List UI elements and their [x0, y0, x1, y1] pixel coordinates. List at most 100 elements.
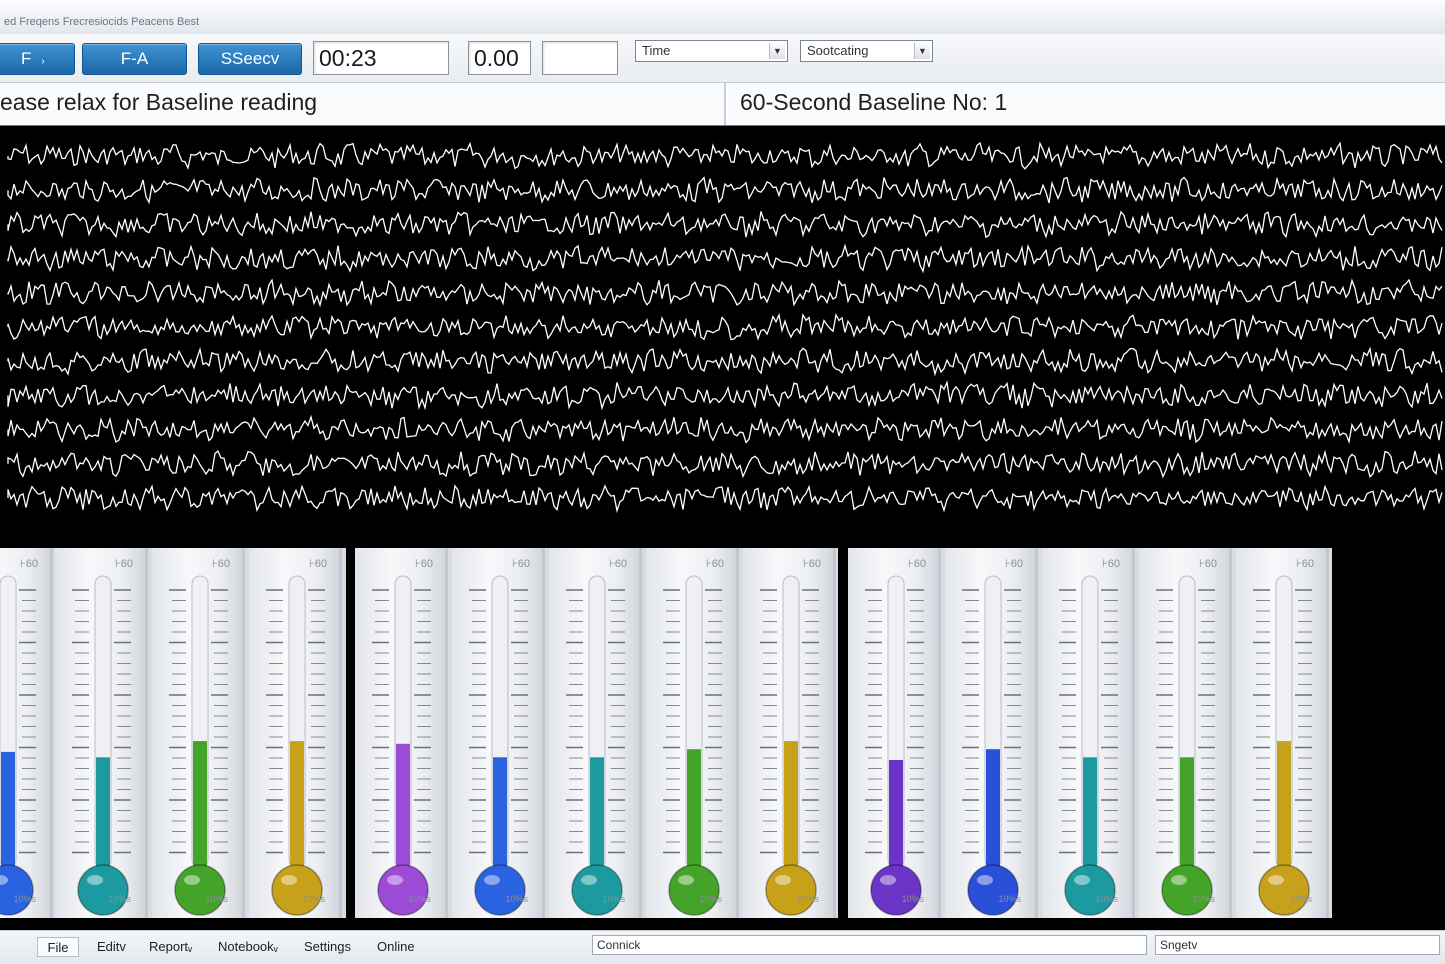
thermometer-gauge: ⊦60 10%s [743, 548, 836, 918]
eeg-channel-trace [7, 141, 1443, 170]
thermometer-gauge: ⊦60 10%s [55, 548, 148, 918]
thermometer-bulb [870, 864, 922, 916]
thermometer-bulb [1161, 864, 1213, 916]
thermometer-bulb [765, 864, 817, 916]
chevron-down-icon[interactable]: ▼ [769, 43, 785, 59]
thermometer-gauge: ⊦60 10%s [452, 548, 545, 918]
thermometer-bulb [967, 864, 1019, 916]
thermometer-unit-label: 10%s [1095, 894, 1118, 904]
thermometer-fill [986, 749, 1000, 868]
thermometer-bulb [77, 864, 129, 916]
instruction-text: ease relax for Baseline reading [0, 89, 318, 115]
thermometer-scale-label: ⊦60 [20, 558, 38, 570]
thermometer-bulb [1064, 864, 1116, 916]
thermometer-bulb [571, 864, 623, 916]
session-button-label: SSeecv [220, 49, 280, 68]
thermometer-fill [493, 757, 507, 868]
menu-notebook[interactable]: Notebookᵥ [218, 937, 278, 957]
thermometer-gauge: ⊦60 10%s [848, 548, 941, 918]
thermometer-gauge: ⊦60 10%s [355, 548, 448, 918]
thermometer-gauge: ⊦60 10%s [945, 548, 1038, 918]
thermometer-unit-label: 10%s [13, 894, 36, 904]
thermometer-scale-label: ⊦60 [1005, 558, 1023, 570]
eeg-channel-trace [7, 449, 1443, 479]
thermometer-scale-label: ⊦60 [309, 558, 327, 570]
thermometer-unit-label: 10%s [408, 894, 431, 904]
thermometer-scale-label: ⊦60 [706, 558, 724, 570]
connect-status: Connick [592, 935, 1147, 955]
menu-edit[interactable]: Editv [97, 937, 126, 957]
message-divider [724, 83, 726, 125]
scoring-select-value: Sootcating [807, 43, 869, 58]
thermometer-fill [290, 741, 304, 868]
thermometer-unit-label: 10%s [505, 894, 528, 904]
thermometer-scale-label: ⊦60 [1102, 558, 1120, 570]
menu-file[interactable]: File [37, 937, 79, 957]
thermometer-scale-label: ⊦60 [115, 558, 133, 570]
thermometer-bulb [377, 864, 429, 916]
thermometer-scale-label: ⊦60 [415, 558, 433, 570]
menu-online[interactable]: Online [377, 937, 415, 957]
thermometer-gauge: ⊦60 10%s [1139, 548, 1232, 918]
thermometer-fill [396, 743, 410, 868]
chevron-down-icon[interactable]: ▼ [914, 43, 930, 59]
thermometer-gauge: ⊦60 10%s [549, 548, 642, 918]
scoring-select[interactable]: Sootcating ▼ [800, 40, 933, 62]
thermometer-unit-label: 10%s [998, 894, 1021, 904]
thermometer-gauge: ⊦60 10%s [646, 548, 739, 918]
thermometer-scale-label: ⊦60 [512, 558, 530, 570]
thermometer-area: ⊦60 10%s ⊦60 10%s ⊦60 10%s ⊦60 10%s ⊦60 10%s ⊦60 10… [0, 526, 1445, 930]
thermometer-fill [784, 741, 798, 868]
chevron-right-icon: › [41, 56, 45, 67]
thermometer-scale-label: ⊦60 [908, 558, 926, 570]
thermometer-unit-label: 10%s [1192, 894, 1215, 904]
thermometer-fill [1, 751, 15, 868]
time-select[interactable]: Time ▼ [635, 40, 788, 62]
thermometer-bulb [668, 864, 720, 916]
thermometer-unit-label: 10%s [796, 894, 819, 904]
eeg-channel-trace [7, 278, 1443, 308]
thermometer-unit-label: 10%s [901, 894, 924, 904]
thermometer-gauge: ⊦60 10%s [0, 548, 53, 918]
eeg-channel-trace [7, 346, 1443, 377]
thermometer-gauge: ⊦60 10%s [1042, 548, 1135, 918]
message-bar: ease relax for Baseline reading 60-Secon… [0, 82, 1445, 126]
menu-report[interactable]: Reportᵥ [149, 937, 192, 957]
eeg-waveforms [7, 141, 1443, 514]
f-a-button[interactable]: F-A [82, 43, 187, 75]
f-button-label: F [21, 49, 32, 68]
menu-settings[interactable]: Settings [304, 937, 351, 957]
title-bar: ed Freqens Frecresiocids Peacens Best [0, 0, 1445, 35]
f-button[interactable]: F › [0, 43, 75, 75]
thermometer-scale-label: ⊦60 [803, 558, 821, 570]
thermometer-unit-label: 10%s [699, 894, 722, 904]
eeg-channel-trace [7, 414, 1443, 444]
blank-display [542, 41, 618, 75]
session-button[interactable]: SSeecv [198, 43, 302, 75]
thermometer-unit-label: 10%s [302, 894, 325, 904]
thermometer-fill [1083, 757, 1097, 868]
thermometer-gauge: ⊦60 10%s [249, 548, 342, 918]
eeg-trace-display [0, 125, 1445, 527]
thermometer-unit-label: 10%s [205, 894, 228, 904]
toolbar: F › F-A SSeecv 00:23 0.00 Time ▼ Sootcatin… [0, 34, 1445, 82]
eeg-channel-trace [7, 484, 1443, 514]
thermometer-fill [96, 757, 110, 868]
thermometer-bulb [474, 864, 526, 916]
status-bar: File Editv Reportᵥ Notebookᵥ Settings On… [0, 930, 1445, 964]
thermometer-fill [687, 749, 701, 868]
value-display: 0.00 [468, 41, 531, 75]
thermometer-bulb [174, 864, 226, 916]
thermometer-bulb [0, 864, 34, 916]
thermometer-gauge: ⊦60 10%s [1236, 548, 1329, 918]
thermometer-scale-label: ⊦60 [212, 558, 230, 570]
eeg-channel-trace [7, 380, 1443, 411]
f-a-button-label: F-A [120, 49, 149, 68]
timer-display: 00:23 [313, 41, 449, 75]
thermometer-bulb [1258, 864, 1310, 916]
thermometer-scale-label: ⊦60 [609, 558, 627, 570]
thermometer-unit-label: 10%s [602, 894, 625, 904]
thermometer-fill [193, 741, 207, 868]
thermometer-fill [1277, 741, 1291, 868]
eeg-channel-trace [7, 176, 1443, 205]
